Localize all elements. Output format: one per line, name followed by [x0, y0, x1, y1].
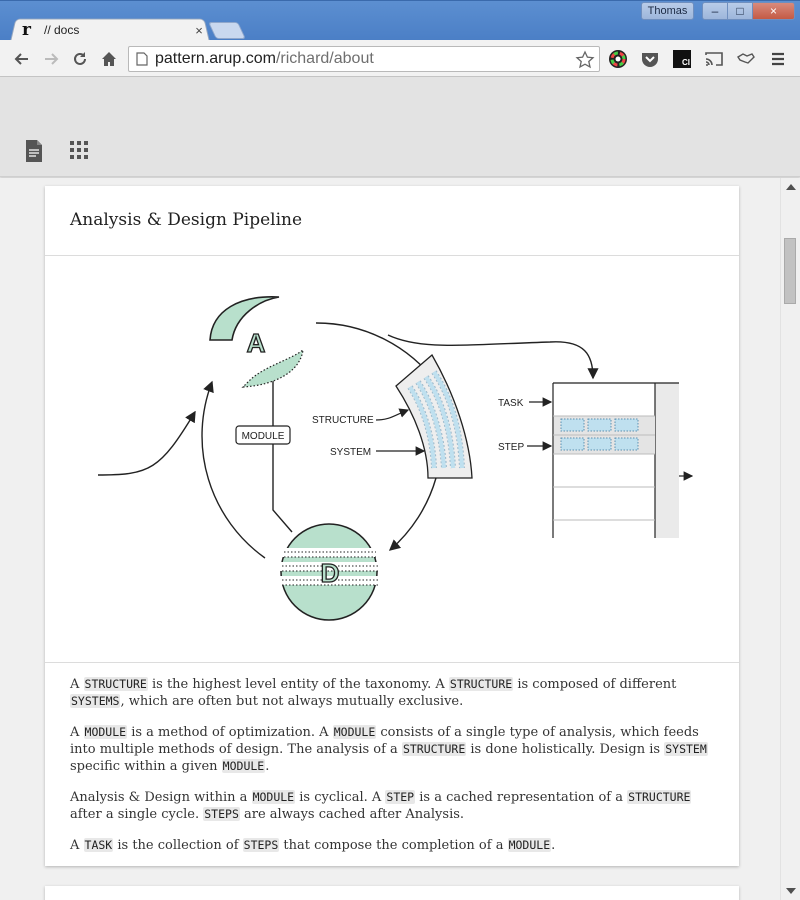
home-button[interactable]	[97, 47, 121, 71]
term-code: STEPS	[242, 838, 280, 852]
term-code: STRUCTURE	[401, 742, 467, 756]
card-title: Analysis & Design Pipeline	[70, 210, 303, 230]
term-code: SYSTEMS	[70, 694, 121, 708]
pipeline-diagram: A MODULE STRUCTURE SYSTEM D TASK STEP	[97, 296, 694, 621]
window-close-button[interactable]: ×	[753, 2, 795, 20]
reload-icon	[74, 52, 86, 65]
page-icon	[129, 52, 155, 66]
page-content: Analysis & Design Pipeline A MODULE STRU…	[0, 178, 780, 900]
cycle-arc-right	[388, 477, 437, 551]
term-code: STRUCTURE	[627, 790, 692, 804]
structure-label: STRUCTURE	[312, 415, 374, 426]
cast-icon	[705, 52, 723, 66]
paragraph-structure: A STRUCTURE is the highest level entity …	[70, 677, 677, 709]
task-label: TASK	[498, 398, 524, 409]
term-code: TASK	[83, 838, 114, 852]
design-node: D	[278, 523, 382, 621]
vertical-scrollbar[interactable]	[780, 178, 800, 900]
node-a-letter: A	[247, 328, 266, 358]
description-text: A STRUCTURE is the highest level entity …	[70, 676, 720, 868]
tab-close-icon[interactable]: ×	[192, 23, 206, 38]
reload-button[interactable]	[68, 47, 92, 71]
paragraph-cycle: Analysis & Design within a MODULE is cyc…	[70, 790, 692, 822]
new-tab-button[interactable]	[208, 22, 246, 39]
scrollbar-thumb[interactable]	[784, 238, 796, 304]
module-label: MODULE	[242, 431, 285, 442]
app-header	[0, 77, 800, 177]
forward-button[interactable]	[39, 47, 63, 71]
url-host: pattern.arup.com	[155, 50, 276, 67]
term-code: MODULE	[83, 725, 128, 739]
maximize-button[interactable]: □	[728, 2, 753, 20]
hamburger-menu-icon	[772, 52, 784, 66]
paragraph-module: A MODULE is a method of optimization. A …	[70, 725, 708, 774]
minimize-button[interactable]: –	[702, 2, 728, 20]
module-line	[272, 372, 293, 533]
node-d-letter: D	[321, 558, 340, 588]
document-button[interactable]	[24, 139, 46, 163]
forward-arrow-icon	[45, 53, 59, 65]
cast-button[interactable]	[702, 47, 726, 71]
color-extension-button[interactable]	[606, 47, 630, 71]
grid-icon	[70, 141, 88, 159]
term-code: STRUCTURE	[448, 677, 514, 691]
term-code: SYSTEM	[664, 742, 708, 756]
scroll-down-arrow-icon[interactable]	[786, 888, 796, 894]
tab-title: // docs	[44, 23, 80, 37]
tab-favicon-icon: r	[22, 20, 31, 40]
svg-text:CI: CI	[682, 58, 690, 67]
paragraph-task: A TASK is the collection of STEPS that c…	[70, 838, 556, 853]
home-icon	[102, 52, 116, 66]
term-code: STRUCTURE	[83, 677, 148, 691]
tab-content[interactable]: r // docs ×	[22, 20, 206, 40]
step-label: STEP	[498, 442, 524, 453]
term-code: MODULE	[221, 759, 266, 773]
ci-icon: CI	[673, 50, 691, 68]
term-code: STEPS	[203, 807, 240, 821]
document-icon	[26, 140, 42, 162]
menu-button[interactable]	[766, 47, 790, 71]
scroll-up-arrow-icon[interactable]	[786, 184, 796, 190]
grid-view-button[interactable]	[68, 139, 90, 163]
analysis-node: A	[209, 296, 304, 388]
cycle-arc-left	[201, 380, 266, 559]
term-code: MODULE	[251, 790, 296, 804]
pipeline-card: Analysis & Design Pipeline A MODULE STRU…	[45, 186, 739, 866]
term-code: MODULE	[507, 838, 552, 852]
pocket-button[interactable]	[638, 47, 662, 71]
profile-button[interactable]: Thomas	[641, 2, 694, 20]
ci-extension-button[interactable]: CI	[670, 47, 694, 71]
color-wheel-icon	[609, 50, 627, 68]
input-arrow	[97, 410, 196, 476]
divider	[45, 662, 739, 663]
bookmark-star-icon[interactable]	[575, 50, 595, 75]
structure-fan	[395, 353, 473, 479]
title-bar: r // docs × Thomas – □ ×	[0, 0, 800, 42]
back-arrow-icon	[14, 53, 28, 65]
term-code: STEP	[385, 790, 416, 804]
handshake-extension-button[interactable]	[734, 47, 758, 71]
system-label: SYSTEM	[330, 447, 371, 458]
address-bar[interactable]: pattern.arup.com /richard/about	[128, 46, 600, 72]
back-button[interactable]	[10, 47, 34, 71]
task-table	[552, 382, 694, 538]
pocket-icon	[642, 53, 658, 67]
handshake-icon	[737, 53, 755, 64]
url-path: /richard/about	[275, 50, 374, 67]
next-card	[45, 886, 739, 900]
term-code: MODULE	[332, 725, 377, 739]
